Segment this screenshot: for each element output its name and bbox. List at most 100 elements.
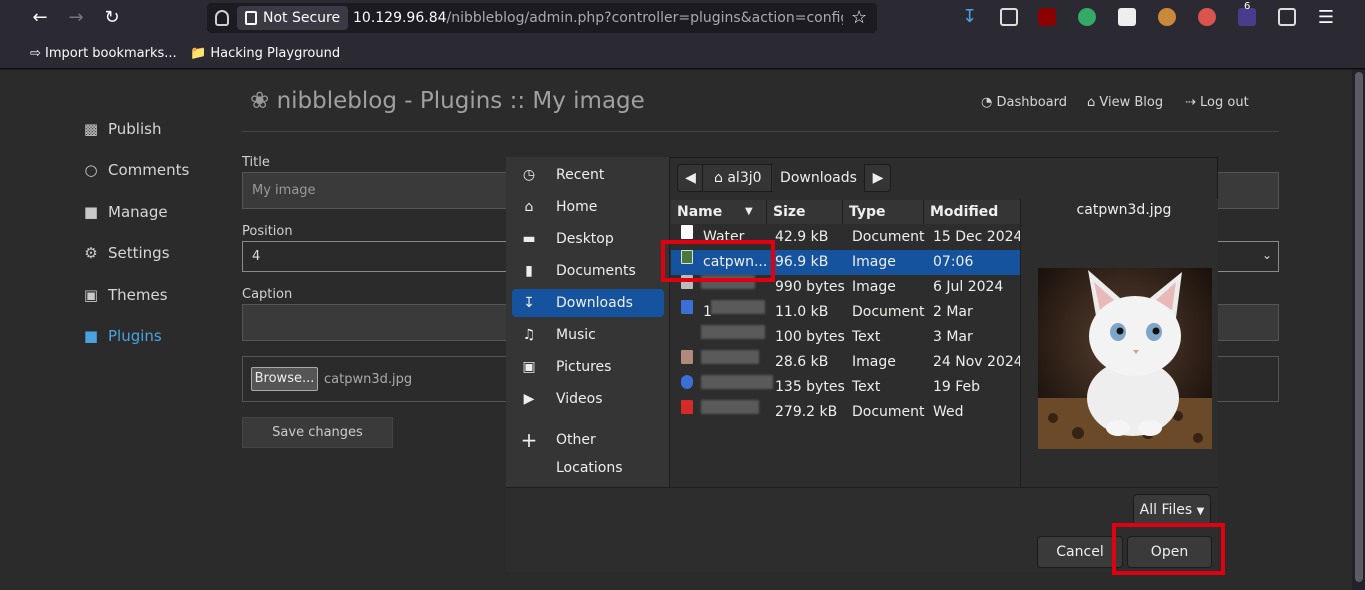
redacted-name xyxy=(701,325,765,339)
cat-illustration xyxy=(1038,268,1212,449)
sort-down-icon: ▼ xyxy=(745,206,753,217)
container-icon[interactable] xyxy=(1278,8,1296,26)
bookmark-folder-hacking[interactable]: 📁 Hacking Playground xyxy=(190,44,340,64)
url-bar[interactable]: Not Secure 10.129.96.84/nibbleblog/admin… xyxy=(207,3,877,33)
view-blog-link[interactable]: ⌂ View Blog xyxy=(1087,95,1163,110)
redacted-name xyxy=(711,300,765,314)
column-type[interactable]: Type xyxy=(843,200,924,224)
document-icon xyxy=(681,300,693,314)
highlight-open-button xyxy=(1112,523,1225,575)
place-home[interactable]: ⌂ Home xyxy=(512,193,664,221)
reload-icon[interactable]: ↻ xyxy=(100,6,124,30)
chevron-down-icon: ⌄ xyxy=(1262,248,1273,262)
selected-file-name: catpwn3d.jpg xyxy=(324,372,413,387)
redacted-name xyxy=(701,350,759,364)
plus-icon: + xyxy=(520,428,538,452)
lock-icon xyxy=(245,11,257,25)
path-crumb-downloads[interactable]: Downloads xyxy=(773,164,865,192)
file-row[interactable]: 1 11.0 kB Document 2 Mar xyxy=(671,300,1020,325)
clock-icon: ◷ xyxy=(522,167,536,183)
file-row[interactable]: 135 bytes Text 19 Feb xyxy=(671,375,1020,400)
folder-icon: ■ xyxy=(83,203,99,221)
squirrel-logo-icon: ❀ xyxy=(250,88,270,114)
sidebar-item-comments[interactable]: ○ Comments xyxy=(82,159,189,181)
place-recent[interactable]: ◷ Recent xyxy=(512,161,664,189)
column-modified[interactable]: Modified xyxy=(924,200,1020,224)
image-icon: ▣ xyxy=(83,286,99,304)
place-other-locations[interactable]: + Other Locations xyxy=(512,426,664,476)
sidebar-item-plugins[interactable]: ■ Plugins xyxy=(82,325,162,347)
not-secure-label: Not Secure xyxy=(263,10,341,26)
place-music[interactable]: ♫ Music xyxy=(512,321,664,349)
browser-toolbar: ← → ↻ Not Secure 10.129.96.84/nibbleblog… xyxy=(0,0,1365,36)
document-icon: ▮ xyxy=(525,263,533,279)
not-secure-badge[interactable]: Not Secure xyxy=(237,6,349,30)
preview-file-name: catpwn3d.jpg xyxy=(1076,202,1172,218)
caret-down-icon: ▼ xyxy=(1196,506,1205,517)
cat-preview-image xyxy=(1038,268,1212,449)
home-icon: ⌂ xyxy=(714,170,723,186)
divider xyxy=(242,131,1279,132)
caption-label: Caption xyxy=(242,287,293,302)
sidebar-item-manage[interactable]: ■ Manage xyxy=(82,201,168,223)
dashboard-link[interactable]: ◔ Dashboard xyxy=(981,95,1067,110)
ublock-icon[interactable] xyxy=(1038,8,1056,26)
folder-icon: ■ xyxy=(83,327,99,345)
column-size[interactable]: Size xyxy=(767,200,843,224)
file-row[interactable]: 28.6 kB Image 24 Nov 2024 xyxy=(671,350,1023,375)
download-icon[interactable]: ↧ xyxy=(962,8,980,26)
logout-link[interactable]: ⇢ Log out xyxy=(1185,95,1249,110)
path-back-icon[interactable]: ◀ xyxy=(679,164,703,192)
save-button[interactable]: Save changes xyxy=(242,417,393,448)
position-label: Position xyxy=(242,224,293,239)
extension-badge-icon[interactable] xyxy=(1198,8,1216,26)
text-file-icon xyxy=(681,375,693,389)
highlight-selected-file xyxy=(661,240,775,282)
redacted-name xyxy=(701,375,773,389)
qr-icon[interactable] xyxy=(1118,8,1136,26)
place-documents[interactable]: ▮ Documents xyxy=(512,257,664,285)
bookmark-import[interactable]: ⇨ Import bookmarks... xyxy=(30,44,177,64)
sidebar-item-publish[interactable]: ▩ Publish xyxy=(82,118,162,140)
menu-icon[interactable]: ☰ xyxy=(1314,6,1338,30)
desktop-icon: ▬ xyxy=(522,231,536,247)
sidebar-item-settings[interactable]: ⚙ Settings xyxy=(82,242,169,264)
pdf-icon xyxy=(681,400,693,414)
back-icon[interactable]: ← xyxy=(28,6,52,30)
extension-mask-icon[interactable] xyxy=(1078,8,1096,26)
page-title: ❀ nibbleblog - Plugins :: My image xyxy=(250,88,645,114)
url-text[interactable]: 10.129.96.84/nibbleblog/admin.php?contro… xyxy=(353,3,843,33)
extension-counter-icon[interactable]: 6 xyxy=(1238,1,1256,26)
redacted-name xyxy=(701,400,759,414)
shield-icon[interactable] xyxy=(215,10,229,26)
sidebar-item-themes[interactable]: ▣ Themes xyxy=(82,284,168,306)
place-pictures[interactable]: ▣ Pictures xyxy=(512,353,664,381)
gear-icon: ⚙ xyxy=(84,244,98,262)
place-desktop[interactable]: ▬ Desktop xyxy=(512,225,664,253)
download-icon: ↧ xyxy=(523,295,535,311)
column-name[interactable]: Name ▼ xyxy=(671,200,767,224)
music-icon: ♫ xyxy=(522,327,536,343)
picture-icon: ▣ xyxy=(522,359,536,375)
file-filter-dropdown[interactable]: All Files ▼ xyxy=(1133,494,1211,526)
bookmark-star-icon[interactable]: ☆ xyxy=(851,7,867,28)
cookie-icon[interactable] xyxy=(1158,8,1176,26)
scrollbar-thumb[interactable] xyxy=(1355,72,1363,582)
publish-icon: ▩ xyxy=(83,120,99,138)
place-videos[interactable]: ▶ Videos xyxy=(512,385,664,413)
home-icon: ⌂ xyxy=(524,199,534,215)
place-downloads[interactable]: ↧ Downloads xyxy=(512,289,664,317)
cancel-button[interactable]: Cancel xyxy=(1037,536,1123,568)
extensions-icon[interactable] xyxy=(1000,8,1018,26)
video-icon: ▶ xyxy=(523,391,535,407)
browse-button[interactable]: Browse... xyxy=(251,367,318,391)
title-label: Title xyxy=(242,155,270,170)
path-forward-icon[interactable]: ▶ xyxy=(866,164,890,192)
path-crumb-home[interactable]: ⌂ al3j0 xyxy=(704,164,772,192)
document-icon xyxy=(681,225,693,239)
file-row[interactable]: 100 bytes Text 3 Mar xyxy=(671,325,1020,350)
comment-icon: ○ xyxy=(84,161,98,179)
forward-icon[interactable]: → xyxy=(64,6,88,30)
image-file-icon xyxy=(681,350,693,364)
file-row[interactable]: 279.2 kB Document Wed xyxy=(671,400,1020,425)
